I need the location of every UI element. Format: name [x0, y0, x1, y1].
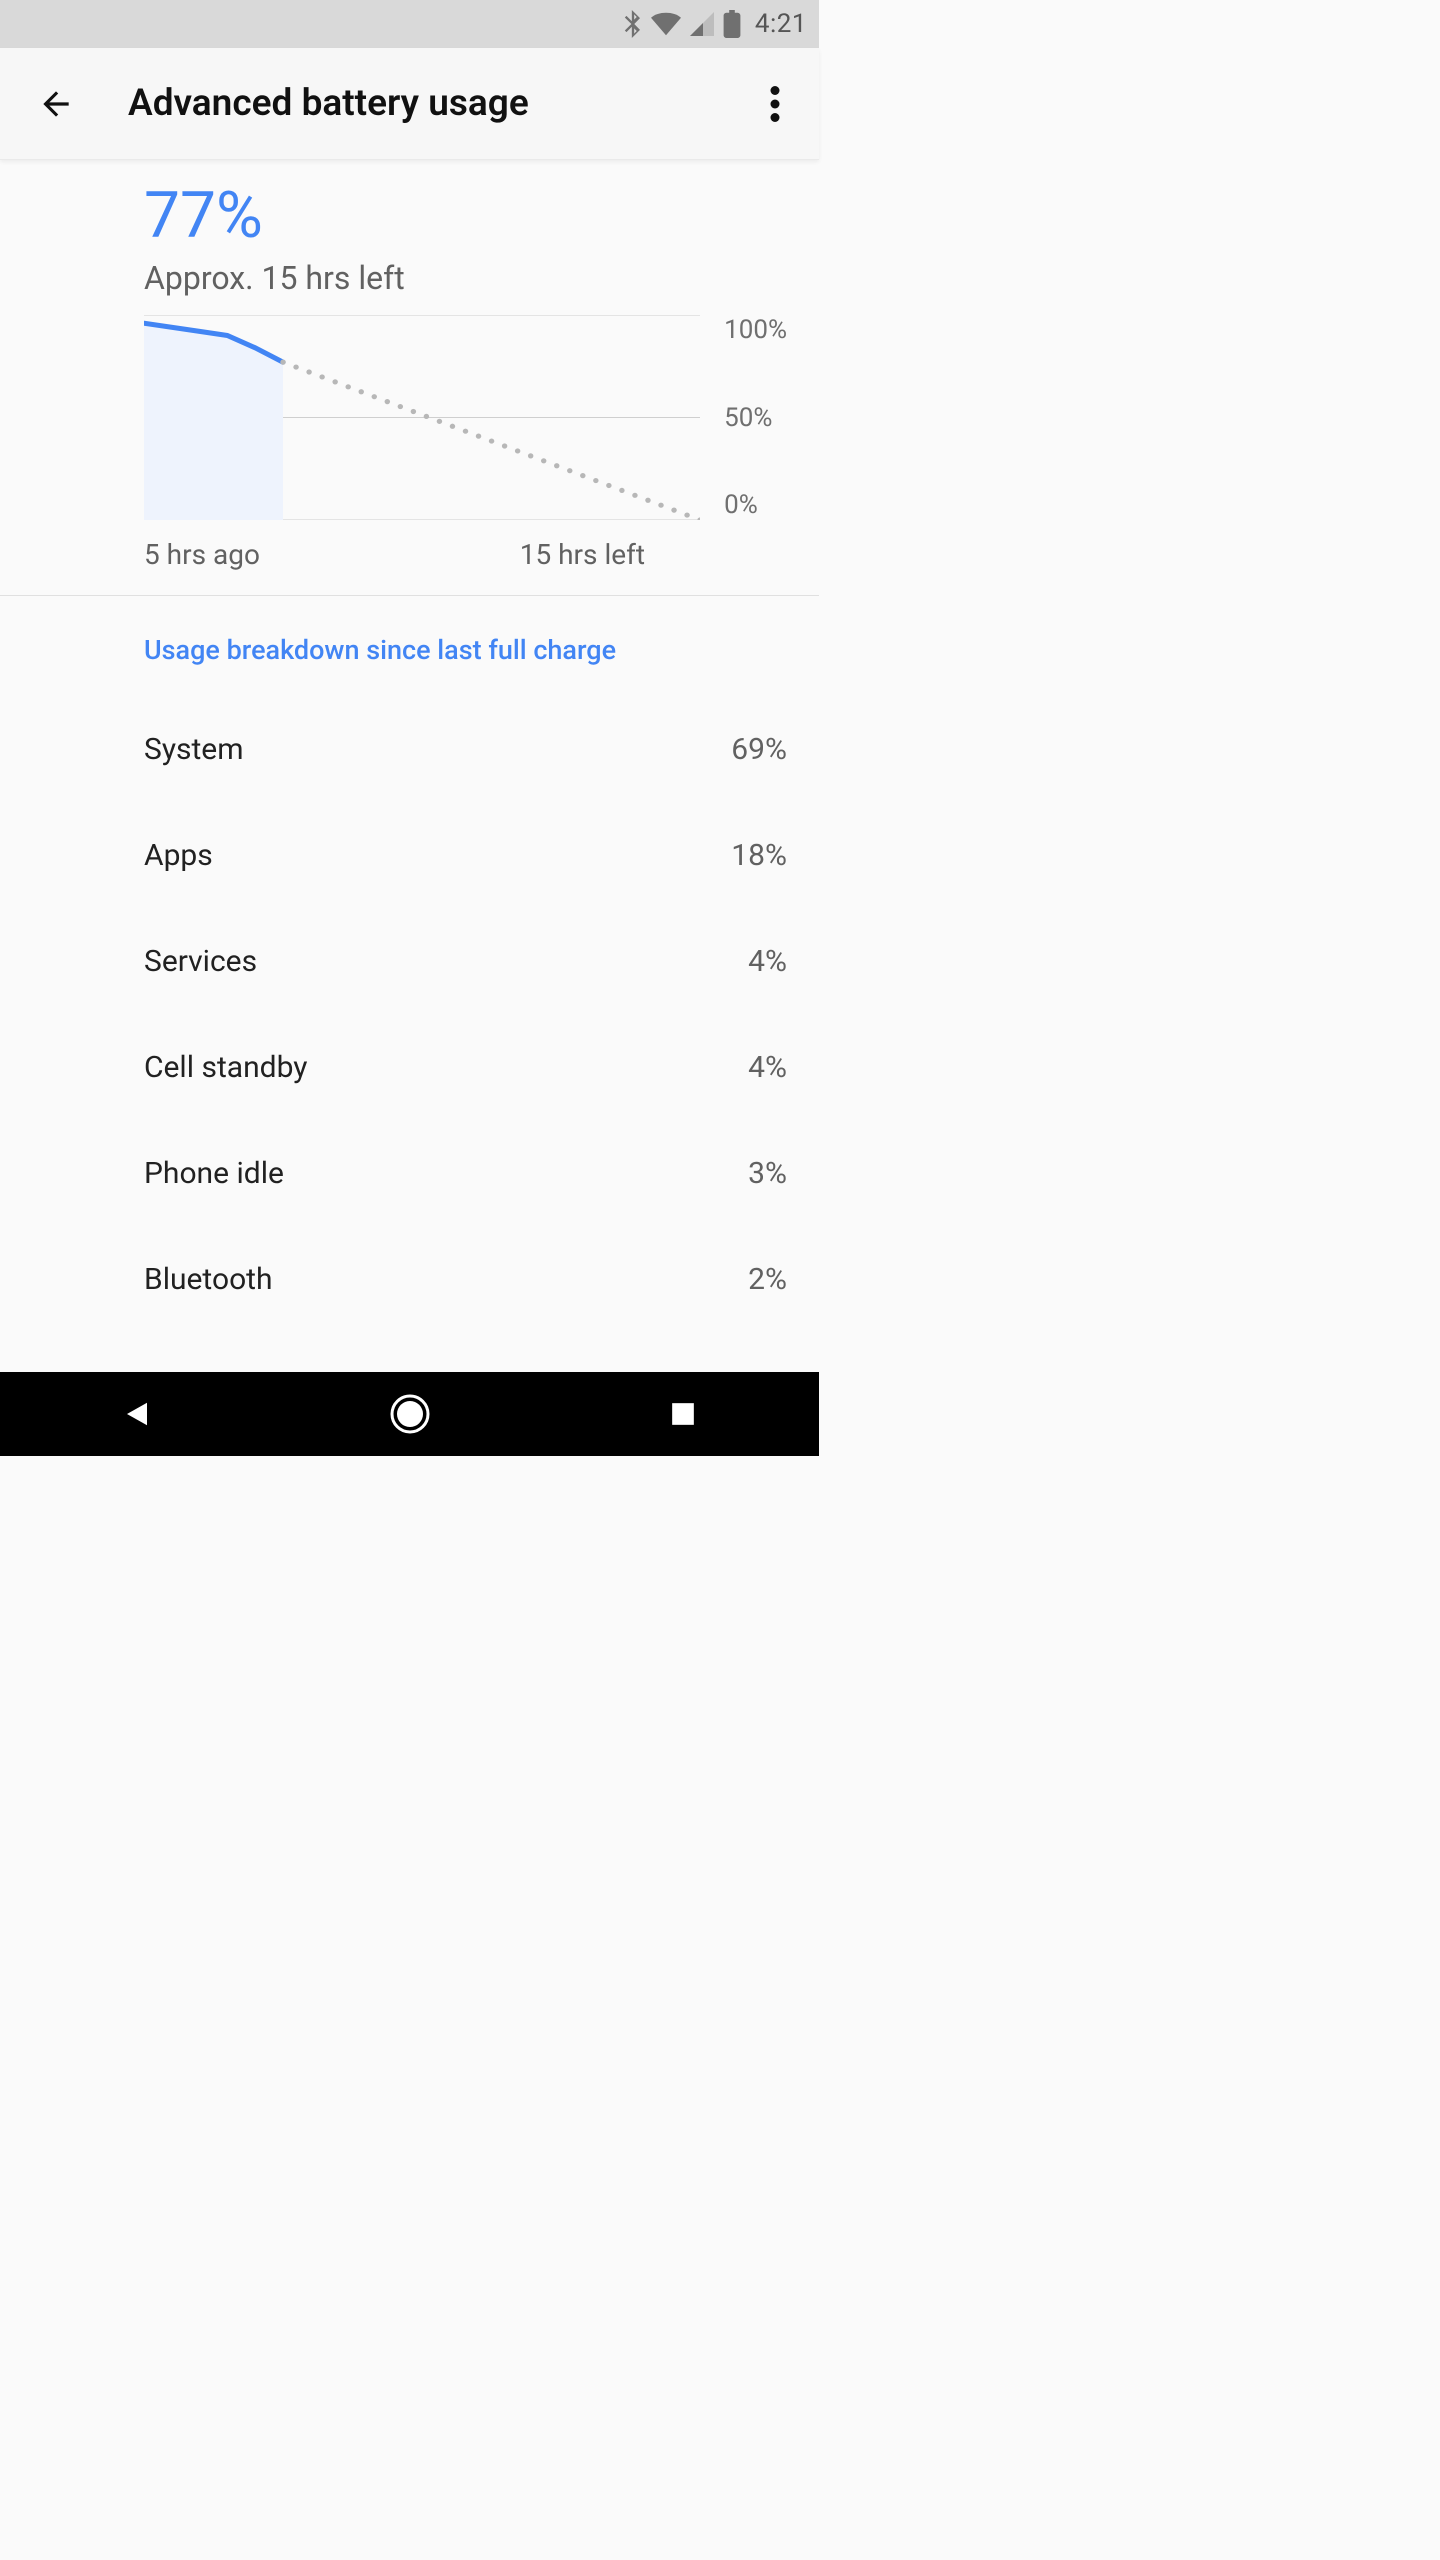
usage-row[interactable]: Apps 18%	[144, 802, 787, 908]
usage-label: Apps	[144, 838, 213, 873]
bluetooth-icon	[623, 10, 643, 38]
cell-signal-icon	[689, 12, 715, 36]
page-title: Advanced battery usage	[128, 82, 529, 125]
y-tick: 100%	[724, 315, 787, 345]
back-button[interactable]	[32, 80, 80, 128]
status-bar: 4:21	[0, 0, 819, 48]
usage-row[interactable]: Bluetooth 2%	[144, 1226, 787, 1332]
usage-label: Services	[144, 944, 257, 979]
usage-row[interactable]: Services 4%	[144, 908, 787, 1014]
battery-chart[interactable]: 100% 50% 0%	[144, 315, 787, 520]
usage-label: System	[144, 732, 244, 767]
navigation-bar	[0, 1372, 819, 1456]
usage-label: Bluetooth	[144, 1262, 273, 1297]
usage-row[interactable]: System 69%	[144, 696, 787, 802]
usage-value: 18%	[731, 838, 787, 873]
battery-estimate: Approx. 15 hrs left	[144, 259, 787, 297]
usage-label: Phone idle	[144, 1156, 284, 1191]
wifi-icon	[651, 12, 681, 36]
usage-value: 3%	[748, 1156, 787, 1191]
battery-percent: 77%	[144, 160, 787, 253]
x-tick-start: 5 hrs ago	[144, 538, 260, 571]
usage-value: 69%	[731, 732, 787, 767]
nav-back-button[interactable]	[77, 1384, 197, 1444]
y-tick: 50%	[724, 403, 787, 433]
usage-value: 4%	[748, 1050, 787, 1085]
usage-label: Cell standby	[144, 1050, 307, 1085]
status-time: 4:21	[755, 9, 807, 39]
chart-x-axis: 5 hrs ago 15 hrs left	[144, 538, 787, 571]
chart-y-axis: 100% 50% 0%	[700, 315, 787, 520]
usage-list: System 69% Apps 18% Services 4% Cell standby 4%…	[144, 696, 787, 1332]
usage-section-title: Usage breakdown since last full charge	[144, 596, 787, 696]
more-options-button[interactable]	[751, 80, 799, 128]
usage-value: 2%	[748, 1262, 787, 1297]
nav-home-button[interactable]	[350, 1384, 470, 1444]
y-tick: 0%	[724, 490, 787, 520]
nav-recents-button[interactable]	[623, 1384, 743, 1444]
app-bar: Advanced battery usage	[0, 48, 819, 160]
usage-row[interactable]: Cell standby 4%	[144, 1014, 787, 1120]
usage-value: 4%	[748, 944, 787, 979]
battery-icon	[723, 10, 741, 38]
usage-row[interactable]: Phone idle 3%	[144, 1120, 787, 1226]
x-tick-end: 15 hrs left	[520, 538, 645, 571]
